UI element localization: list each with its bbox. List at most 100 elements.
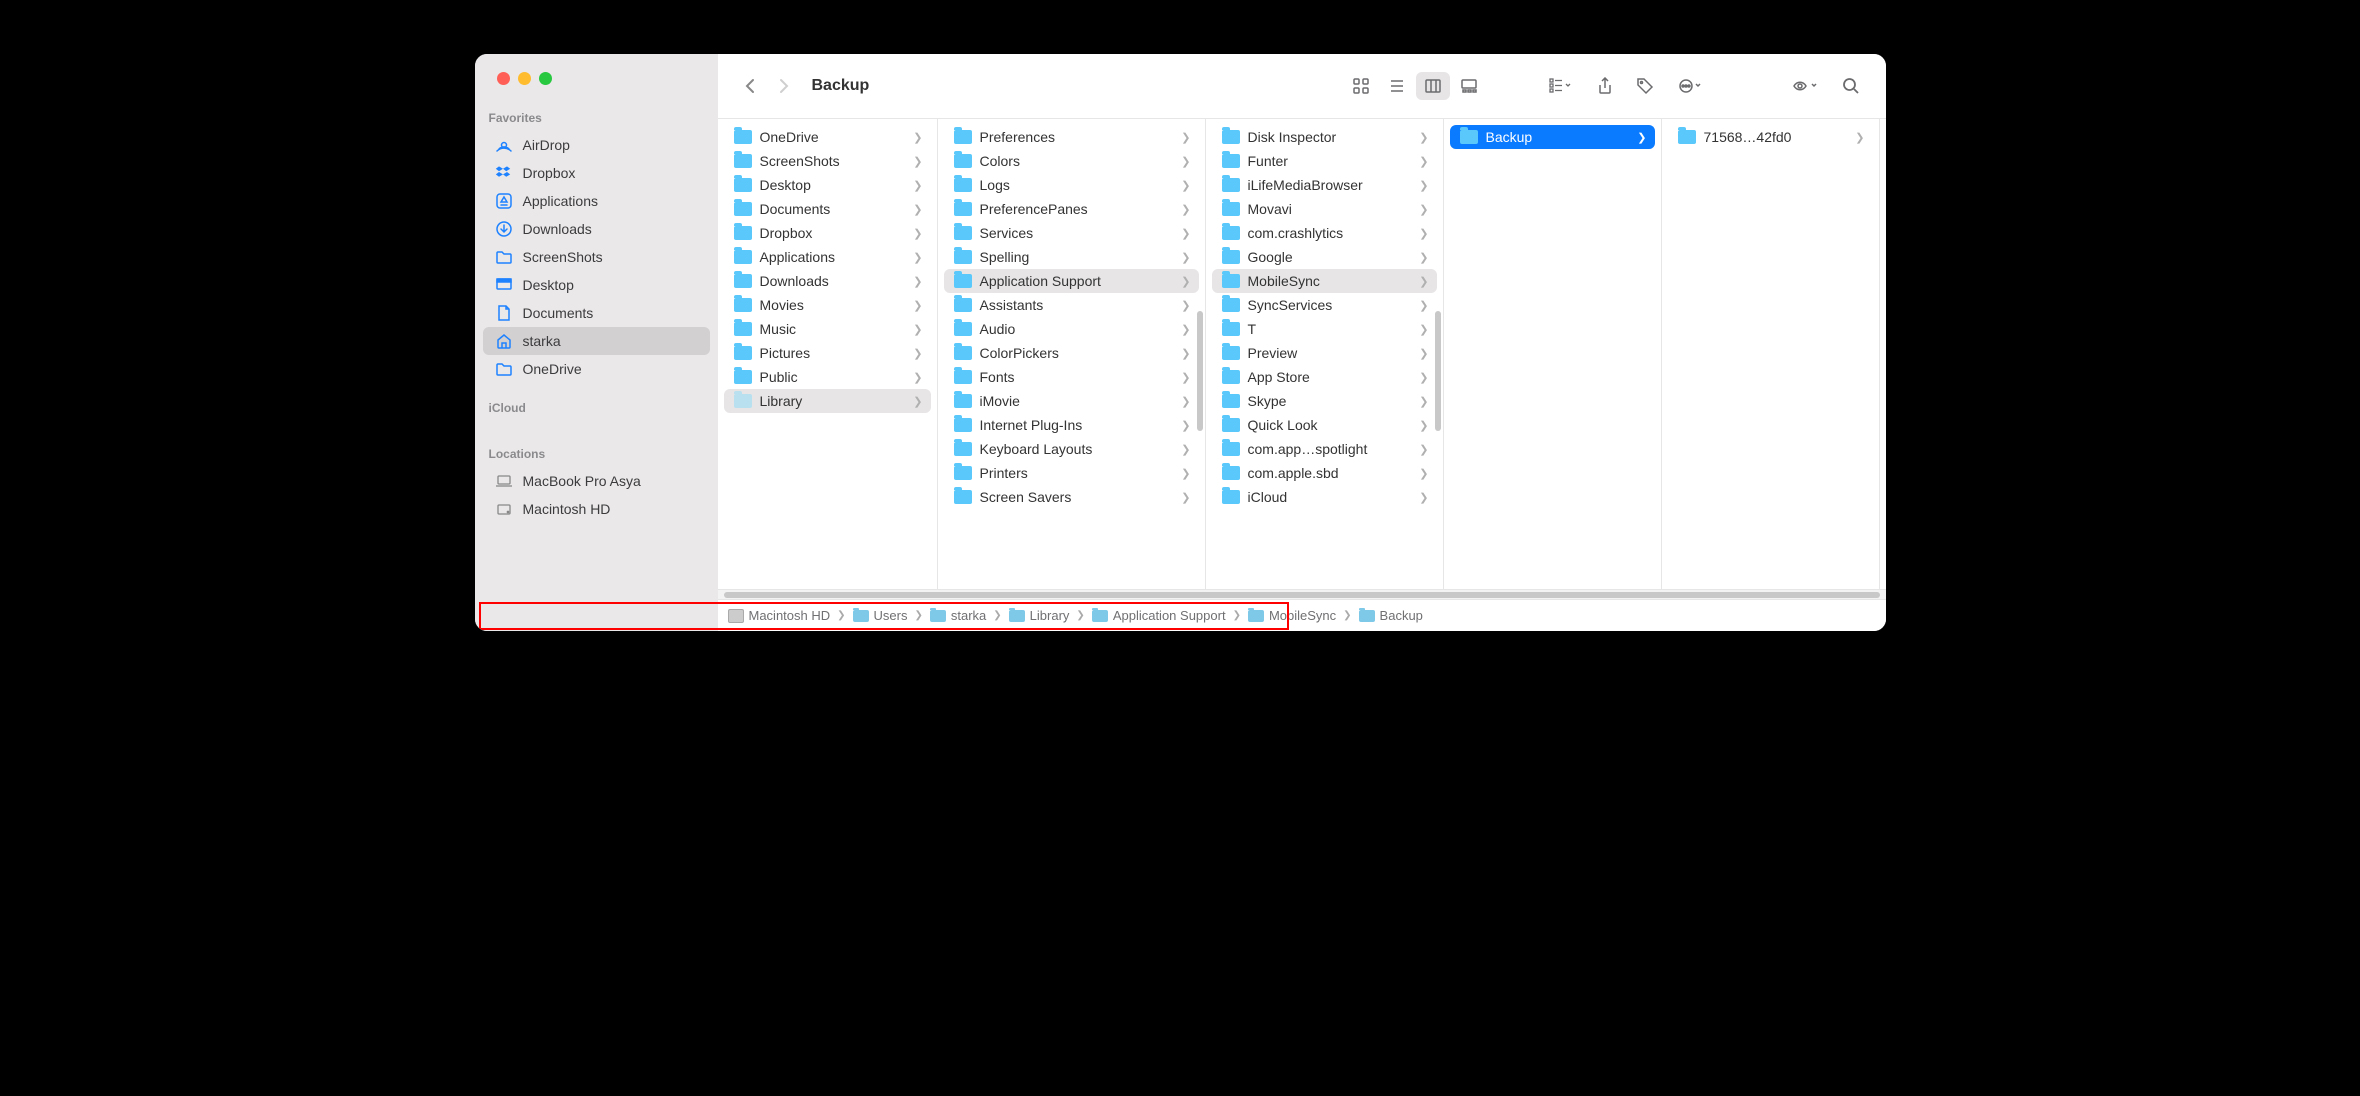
folder-row[interactable]: Printers❯ [944,461,1199,485]
path-segment[interactable]: Application Support [1092,608,1226,623]
zoom-button[interactable] [539,72,552,85]
gallery-view-button[interactable] [1452,72,1486,100]
sidebar-item-screenshots[interactable]: ScreenShots [483,243,710,271]
folder-row[interactable]: Quick Look❯ [1212,413,1437,437]
folder-row[interactable]: T❯ [1212,317,1437,341]
folder-row[interactable]: Application Support❯ [944,269,1199,293]
folder-row[interactable]: 71568…42fd0❯ [1668,125,1873,149]
folder-row[interactable]: Internet Plug-Ins❯ [944,413,1199,437]
folder-row[interactable]: Applications❯ [724,245,931,269]
folder-row[interactable]: Audio❯ [944,317,1199,341]
downloads-icon [495,220,513,238]
folder-label: Screen Savers [980,489,1072,505]
preview-toggle-button[interactable] [1784,72,1828,100]
folder-row[interactable]: PreferencePanes❯ [944,197,1199,221]
folder-icon [954,298,972,312]
path-segment[interactable]: Backup [1359,608,1423,623]
folder-row[interactable]: Preview❯ [1212,341,1437,365]
forward-button[interactable] [770,72,798,100]
folder-row[interactable]: OneDrive❯ [724,125,931,149]
sidebar-item-starka[interactable]: starka [483,327,710,355]
folder-row[interactable]: ColorPickers❯ [944,341,1199,365]
icon-view-button[interactable] [1344,72,1378,100]
folder-icon [734,178,752,192]
folder-row[interactable]: Fonts❯ [944,365,1199,389]
sidebar-item-macbook pro asya[interactable]: MacBook Pro Asya [483,467,710,495]
folder-row[interactable]: Documents❯ [724,197,931,221]
folder-row[interactable]: com.app…spotlight❯ [1212,437,1437,461]
folder-row[interactable]: Pictures❯ [724,341,931,365]
tag-button[interactable] [1628,72,1662,100]
folder-row[interactable]: App Store❯ [1212,365,1437,389]
folder-row[interactable]: Preferences❯ [944,125,1199,149]
folder-row[interactable]: iCloud❯ [1212,485,1437,509]
folder-row[interactable]: ScreenShots❯ [724,149,931,173]
folder-row[interactable]: Backup❯ [1450,125,1655,149]
chevron-right-icon: ❯ [1419,395,1428,408]
chevron-right-icon: ❯ [1181,323,1190,336]
sidebar-item-applications[interactable]: Applications [483,187,710,215]
sidebar-item-downloads[interactable]: Downloads [483,215,710,243]
view-toggle-group [1344,72,1486,100]
folder-row[interactable]: Movies❯ [724,293,931,317]
sidebar-item-desktop[interactable]: Desktop [483,271,710,299]
folder-icon [954,370,972,384]
folder-row[interactable]: iLifeMediaBrowser❯ [1212,173,1437,197]
back-button[interactable] [736,72,764,100]
list-view-button[interactable] [1380,72,1414,100]
folder-row[interactable]: Google❯ [1212,245,1437,269]
minimize-button[interactable] [518,72,531,85]
folder-row[interactable]: Skype❯ [1212,389,1437,413]
folder-icon [1222,250,1240,264]
folder-row[interactable]: Assistants❯ [944,293,1199,317]
folder-row[interactable]: com.crashlytics❯ [1212,221,1437,245]
column-4[interactable]: 71568…42fd0❯ [1662,119,1880,599]
folder-row[interactable]: iMovie❯ [944,389,1199,413]
folder-row[interactable]: Funter❯ [1212,149,1437,173]
sidebar-item-airdrop[interactable]: AirDrop [483,131,710,159]
folder-row[interactable]: Desktop❯ [724,173,931,197]
folder-row[interactable]: Screen Savers❯ [944,485,1199,509]
chevron-right-icon: ❯ [913,299,922,312]
folder-row[interactable]: Spelling❯ [944,245,1199,269]
folder-row[interactable]: Movavi❯ [1212,197,1437,221]
close-button[interactable] [497,72,510,85]
column-3[interactable]: Backup❯ [1444,119,1662,599]
path-segment[interactable]: starka [930,608,986,623]
path-segment[interactable]: MobileSync [1248,608,1336,623]
folder-row[interactable]: Dropbox❯ [724,221,931,245]
sidebar-item-dropbox[interactable]: Dropbox [483,159,710,187]
share-button[interactable] [1588,72,1622,100]
vertical-scrollbar[interactable] [1197,311,1203,431]
folder-icon [734,346,752,360]
folder-row[interactable]: Services❯ [944,221,1199,245]
folder-row[interactable]: SyncServices❯ [1212,293,1437,317]
column-0[interactable]: OneDrive❯ScreenShots❯Desktop❯Documents❯D… [718,119,938,599]
search-button[interactable] [1834,72,1868,100]
sidebar-item-documents[interactable]: Documents [483,299,710,327]
column-view-button[interactable] [1416,72,1450,100]
folder-icon [1248,610,1264,622]
column-2[interactable]: Disk Inspector❯Funter❯iLifeMediaBrowser❯… [1206,119,1444,599]
path-segment[interactable]: Macintosh HD [728,608,831,623]
folder-row[interactable]: Music❯ [724,317,931,341]
folder-row[interactable]: MobileSync❯ [1212,269,1437,293]
folder-row[interactable]: Public❯ [724,365,931,389]
sidebar-item-macintosh hd[interactable]: Macintosh HD [483,495,710,523]
vertical-scrollbar[interactable] [1435,311,1441,431]
sidebar-item-onedrive[interactable]: OneDrive [483,355,710,383]
path-segment[interactable]: Users [853,608,908,623]
column-1[interactable]: Preferences❯Colors❯Logs❯PreferencePanes❯… [938,119,1206,599]
folder-row[interactable]: com.apple.sbd❯ [1212,461,1437,485]
folder-row[interactable]: Disk Inspector❯ [1212,125,1437,149]
group-by-button[interactable] [1538,72,1582,100]
horizontal-scrollbar[interactable] [718,589,1886,599]
folder-row[interactable]: Keyboard Layouts❯ [944,437,1199,461]
path-segment[interactable]: Library [1009,608,1070,623]
action-button[interactable] [1668,72,1712,100]
folder-row[interactable]: Colors❯ [944,149,1199,173]
sidebar-item-label: MacBook Pro Asya [523,473,641,489]
folder-row[interactable]: Downloads❯ [724,269,931,293]
folder-row[interactable]: Library❯ [724,389,931,413]
folder-row[interactable]: Logs❯ [944,173,1199,197]
